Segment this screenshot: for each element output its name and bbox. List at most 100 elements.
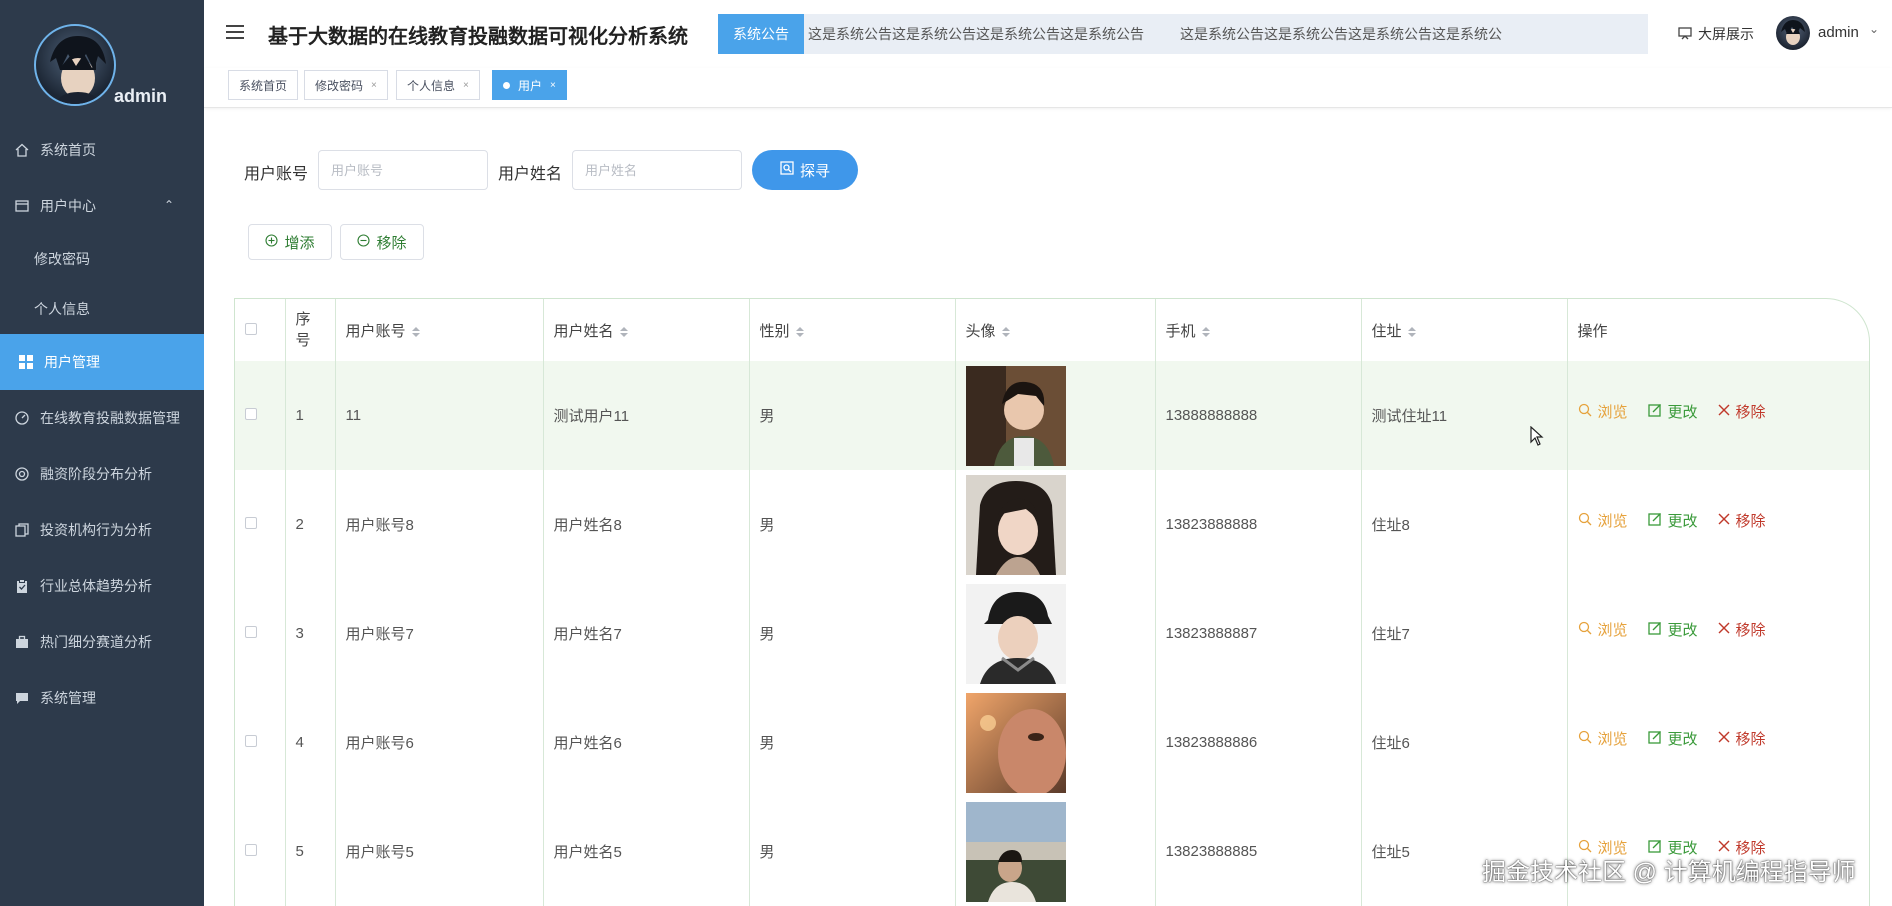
sort-icon[interactable] bbox=[1201, 326, 1210, 337]
sidebar-profile: admin bbox=[0, 0, 204, 122]
header-account[interactable]: 用户账号 bbox=[335, 299, 544, 361]
sort-icon[interactable] bbox=[619, 326, 628, 337]
delete-button[interactable]: 移除 bbox=[1718, 619, 1766, 640]
name-cell: 测试用户11 bbox=[543, 361, 750, 470]
sidebar-item-change-password[interactable]: 修改密码 bbox=[0, 234, 204, 284]
edit-button[interactable]: 更改 bbox=[1647, 510, 1698, 531]
sidebar-item-edu-data[interactable]: 在线教育投融数据管理 bbox=[0, 390, 204, 446]
tab-label: 修改密码 bbox=[315, 78, 364, 93]
delete-button[interactable]: 移除 bbox=[1718, 401, 1766, 422]
view-label: 浏览 bbox=[1597, 404, 1628, 421]
header-avatar[interactable] bbox=[1776, 16, 1810, 50]
index-cell: 2 bbox=[285, 470, 336, 579]
row-select-cell bbox=[235, 579, 286, 688]
name-label: 用户姓名 bbox=[498, 166, 563, 183]
tab-profile[interactable]: 个人信息 × bbox=[396, 70, 480, 100]
sidebar-item-label: 修改密码 bbox=[34, 251, 90, 267]
close-icon[interactable]: × bbox=[371, 80, 377, 91]
view-button[interactable]: 浏览 bbox=[1578, 619, 1628, 640]
name-input[interactable] bbox=[572, 150, 742, 190]
address-cell: 住址7 bbox=[1361, 579, 1568, 688]
view-button[interactable]: 浏览 bbox=[1578, 510, 1628, 531]
sort-icon[interactable] bbox=[1407, 326, 1416, 337]
index-cell: 1 bbox=[285, 361, 336, 470]
delete-button[interactable]: 移除 bbox=[1718, 510, 1766, 531]
header-phone[interactable]: 手机 bbox=[1155, 299, 1362, 361]
edit-button[interactable]: 更改 bbox=[1647, 619, 1698, 640]
account-cell: 用户账号8 bbox=[335, 470, 544, 579]
menu-toggle-icon[interactable] bbox=[226, 25, 244, 41]
row-checkbox[interactable] bbox=[245, 735, 257, 747]
table-row[interactable]: 3 用户账号7 用户姓名7 男 13823888887 住址7 浏览 更改 移除 bbox=[235, 579, 1869, 688]
remove-button-label: 移除 bbox=[376, 234, 407, 252]
close-icon[interactable]: × bbox=[550, 80, 556, 91]
row-checkbox[interactable] bbox=[245, 844, 257, 856]
phone-cell: 13823888886 bbox=[1155, 688, 1362, 797]
sidebar-item-user-management[interactable]: 用户管理 bbox=[0, 334, 204, 390]
tab-user[interactable]: 用户 × bbox=[492, 70, 567, 100]
sort-icon[interactable] bbox=[411, 326, 420, 337]
row-checkbox[interactable] bbox=[245, 626, 257, 638]
user-table: 序号 用户账号 用户姓名 性别 头像 手机 住址 操作 1 11 测试用户11 bbox=[234, 298, 1870, 906]
table-row[interactable]: 1 11 测试用户11 男 13888888888 测试住址11 浏览 更改 移… bbox=[235, 361, 1869, 470]
gender-cell: 男 bbox=[749, 797, 956, 906]
sidebar-item-profile[interactable]: 个人信息 bbox=[0, 284, 204, 334]
sort-icon[interactable] bbox=[795, 326, 804, 337]
header-avatar[interactable]: 头像 bbox=[955, 299, 1156, 361]
select-all-checkbox[interactable] bbox=[245, 322, 257, 335]
close-icon bbox=[1718, 512, 1730, 529]
search-icon bbox=[1578, 730, 1592, 748]
header-gender[interactable]: 性别 bbox=[749, 299, 956, 361]
add-button[interactable]: 增添 bbox=[248, 224, 332, 260]
user-photo[interactable] bbox=[965, 474, 1066, 575]
sidebar-item-investor-analysis[interactable]: 投资机构行为分析 bbox=[0, 502, 204, 558]
table-row[interactable]: 4 用户账号6 用户姓名6 男 13823888886 住址6 浏览 更改 移除 bbox=[235, 688, 1869, 797]
search-icon bbox=[780, 161, 794, 179]
table-row[interactable]: 2 用户账号8 用户姓名8 男 13823888888 住址8 浏览 更改 移除 bbox=[235, 470, 1869, 579]
chevron-up-icon: ⌃ bbox=[163, 198, 174, 212]
tab-change-password[interactable]: 修改密码 × bbox=[304, 70, 388, 100]
user-photo[interactable] bbox=[965, 692, 1066, 793]
plus-circle-icon bbox=[265, 233, 279, 251]
tab-home[interactable]: 系统首页 bbox=[228, 70, 299, 100]
delete-label: 移除 bbox=[1735, 731, 1766, 748]
avatar-cell bbox=[955, 361, 1156, 470]
view-button[interactable]: 浏览 bbox=[1578, 401, 1628, 422]
delete-label: 移除 bbox=[1735, 622, 1766, 639]
sidebar-item-user-center[interactable]: 用户中心 ⌃ bbox=[0, 178, 204, 234]
edit-button[interactable]: 更改 bbox=[1647, 728, 1698, 749]
sort-icon[interactable] bbox=[1001, 326, 1010, 337]
notice-bar: 系统公告 这是系统公告这是系统公告这是系统公告这是系统公告 这是系统公告这是系统… bbox=[718, 14, 1648, 54]
sidebar-item-home[interactable]: 系统首页 bbox=[0, 122, 204, 178]
header-label: 住址 bbox=[1371, 322, 1402, 340]
sidebar-item-system[interactable]: 系统管理 bbox=[0, 670, 204, 726]
header-name[interactable]: 用户姓名 bbox=[543, 299, 750, 361]
top-header: 基于大数据的在线教育投融数据可视化分析系统 系统公告 这是系统公告这是系统公告这… bbox=[204, 0, 1892, 68]
chevron-down-icon[interactable]: ⌄ bbox=[1869, 22, 1879, 36]
grid-icon bbox=[18, 354, 34, 370]
delete-button[interactable]: 移除 bbox=[1718, 728, 1766, 749]
header-address[interactable]: 住址 bbox=[1361, 299, 1568, 361]
header-username[interactable]: admin bbox=[1818, 24, 1859, 41]
sidebar-item-label: 个人信息 bbox=[34, 301, 90, 317]
user-photo[interactable] bbox=[965, 583, 1066, 684]
row-checkbox[interactable] bbox=[245, 408, 257, 420]
view-button[interactable]: 浏览 bbox=[1578, 728, 1628, 749]
briefcase-icon bbox=[14, 634, 30, 650]
edit-icon bbox=[1647, 730, 1662, 748]
close-icon[interactable]: × bbox=[463, 80, 469, 91]
page-title: 基于大数据的在线教育投融数据可视化分析系统 bbox=[268, 26, 688, 48]
big-screen-link[interactable]: 大屏展示 bbox=[1678, 24, 1754, 44]
sidebar-item-segment-analysis[interactable]: 热门细分赛道分析 bbox=[0, 614, 204, 670]
user-photo[interactable] bbox=[965, 365, 1066, 466]
user-photo[interactable] bbox=[965, 801, 1066, 902]
account-input[interactable] bbox=[318, 150, 488, 190]
remove-button[interactable]: 移除 bbox=[340, 224, 424, 260]
row-checkbox[interactable] bbox=[245, 517, 257, 529]
sidebar-item-label: 热门细分赛道分析 bbox=[40, 634, 152, 650]
sidebar-item-stage-analysis[interactable]: 融资阶段分布分析 bbox=[0, 446, 204, 502]
avatar[interactable] bbox=[34, 24, 116, 106]
edit-button[interactable]: 更改 bbox=[1647, 401, 1698, 422]
sidebar-item-trend-analysis[interactable]: 行业总体趋势分析 bbox=[0, 558, 204, 614]
search-button[interactable]: 探寻 bbox=[752, 150, 858, 190]
